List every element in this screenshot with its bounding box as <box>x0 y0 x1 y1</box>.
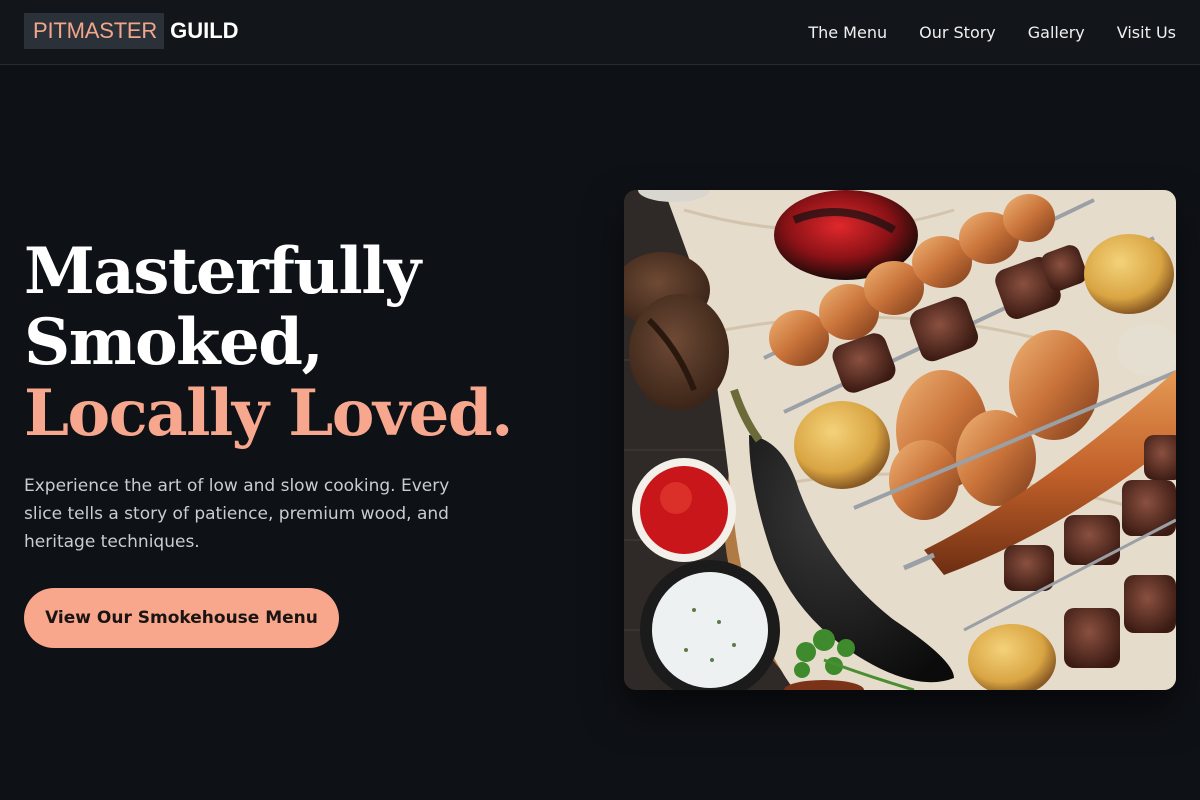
headline-line-2: Smoked, <box>24 305 324 380</box>
logo-word: GUILD <box>170 18 239 43</box>
view-menu-button[interactable]: View Our Smokehouse Menu <box>24 588 339 648</box>
hero-food-image <box>624 190 1176 690</box>
headline-line-1: Masterfully <box>24 234 421 309</box>
hero-intro: Experience the art of low and slow cooki… <box>24 476 450 552</box>
nav-link-visit-us[interactable]: Visit Us <box>1117 23 1176 42</box>
nav-link-our-story[interactable]: Our Story <box>919 23 996 42</box>
hero-headline: Masterfully Smoked, Locally Loved. <box>24 234 513 451</box>
headline-accent: Locally Loved. <box>24 376 513 451</box>
nav-link-menu[interactable]: The Menu <box>808 23 887 42</box>
site-header: PITMASTER GUILD The Menu Our Story Galle… <box>0 0 1200 65</box>
main-nav: The Menu Our Story Gallery Visit Us <box>808 0 1176 64</box>
logo[interactable]: PITMASTER GUILD <box>24 13 239 49</box>
logo-mark: PITMASTER <box>24 13 165 49</box>
nav-link-gallery[interactable]: Gallery <box>1028 23 1085 42</box>
